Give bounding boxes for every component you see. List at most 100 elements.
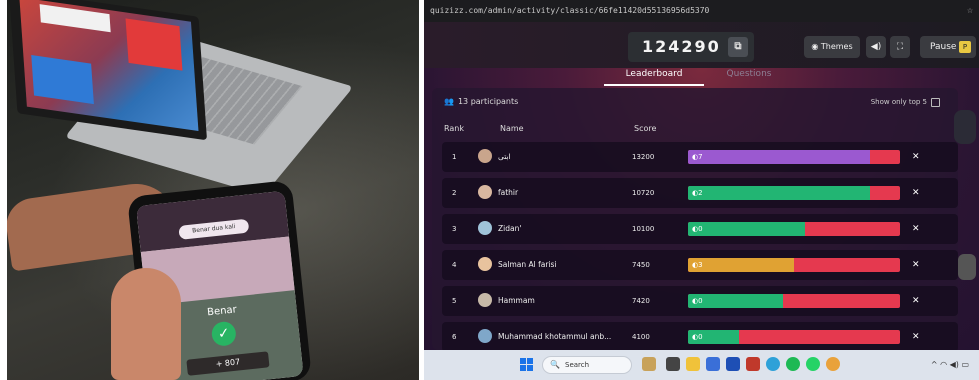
row-name: Zidan'	[498, 224, 522, 233]
streak-indicator: ◐0	[692, 294, 703, 308]
app-icon[interactable]	[726, 357, 740, 371]
laptop-screen	[19, 0, 199, 132]
game-code: 124290	[642, 37, 721, 56]
accuracy-bar: ◐0	[688, 222, 900, 236]
people-icon: 👥	[444, 97, 454, 106]
row-score: 13200	[632, 153, 655, 161]
avatar	[478, 149, 492, 163]
row-rank: 2	[452, 189, 457, 197]
row-score: 7450	[632, 261, 650, 269]
browser-url-bar[interactable]: quizizz.com/admin/activity/classic/66fe1…	[424, 0, 979, 22]
row-score: 10720	[632, 189, 655, 197]
task-view-icon[interactable]	[666, 357, 680, 371]
remove-participant-icon[interactable]: ✕	[912, 322, 920, 352]
participants-text: 13 participants	[457, 97, 519, 106]
accuracy-bar-fill	[688, 186, 871, 200]
row-rank: 3	[452, 225, 457, 233]
remove-participant-icon[interactable]: ✕	[912, 214, 920, 244]
row-rank: 5	[452, 297, 457, 305]
streak-count: 7	[698, 153, 703, 161]
row-name: Hammam	[498, 296, 535, 305]
search-icon: 🔍	[550, 360, 560, 369]
streak-indicator: ◐3	[692, 258, 703, 272]
leaderboard-row: 4 Salman Al farisi 7450 ◐3 ✕	[442, 250, 958, 280]
laptop-screen-tile	[31, 55, 94, 105]
accuracy-bar-fill	[688, 258, 794, 272]
chevron-up-icon[interactable]: ^	[931, 360, 938, 369]
accuracy-bar-fill	[688, 222, 805, 236]
windows-taskbar: 🔍 Search ^ ◠ ◀) ▭	[424, 350, 979, 380]
accuracy-bar: ◐2	[688, 186, 900, 200]
accuracy-bar: ◐0	[688, 294, 900, 308]
accuracy-bar-fill	[688, 150, 871, 164]
leaderboard-row: 6 Muhammad khotammul anb... 4100 ◐0 ✕	[442, 322, 958, 352]
row-name: Salman Al farisi	[498, 260, 557, 269]
show-top-checkbox[interactable]	[931, 97, 940, 107]
tab-questions[interactable]: Questions	[704, 66, 794, 86]
pause-button[interactable]: Pause P	[920, 36, 976, 58]
remove-participant-icon[interactable]: ✕	[912, 142, 920, 172]
bookmark-star-icon[interactable]: ☆	[967, 0, 973, 22]
app-icon[interactable]	[746, 357, 760, 371]
themes-button[interactable]: ◉ Themes	[804, 36, 860, 58]
copy-icon[interactable]: ⧉	[728, 37, 748, 57]
show-top-toggle[interactable]: Show only top 5	[871, 96, 940, 108]
remove-participant-icon[interactable]: ✕	[912, 178, 920, 208]
row-rank: 6	[452, 333, 457, 341]
student-thumb	[111, 268, 181, 380]
chrome-icon[interactable]	[826, 357, 840, 371]
app-icon[interactable]	[706, 357, 720, 371]
remove-participant-icon[interactable]: ✕	[912, 250, 920, 280]
row-name: Muhammad khotammul anb...	[498, 332, 612, 341]
taskbar-search-box[interactable]: 🔍 Search	[542, 356, 632, 374]
streak-count: 0	[698, 333, 703, 341]
remove-participant-icon[interactable]: ✕	[912, 286, 920, 316]
edge-browser-icon[interactable]	[766, 357, 780, 371]
name-header: Name	[500, 124, 524, 133]
avatar	[478, 185, 492, 199]
wifi-icon[interactable]: ◠	[940, 360, 947, 369]
battery-icon[interactable]: ▭	[961, 360, 969, 369]
row-name: fathir	[498, 188, 519, 197]
game-code-box: 124290 ⧉	[628, 32, 754, 62]
whatsapp-icon[interactable]	[806, 357, 820, 371]
score-header: Score	[634, 124, 657, 133]
spotify-icon[interactable]	[786, 357, 800, 371]
sound-icon[interactable]: ◀)	[866, 36, 886, 58]
accuracy-bar: ◐3	[688, 258, 900, 272]
pause-shortcut-key: P	[959, 41, 971, 53]
streak-indicator: ◐0	[692, 222, 703, 236]
streak-count: 2	[698, 189, 703, 197]
avatar	[478, 329, 492, 343]
accuracy-bar: ◐0	[688, 330, 900, 344]
view-tabs: Leaderboard Questions	[604, 66, 794, 86]
streak-indicator: ◐2	[692, 186, 703, 200]
themes-label: Themes	[820, 42, 853, 51]
mascot-decoration	[954, 110, 976, 144]
laptop-screen-tile	[39, 4, 111, 33]
row-rank: 4	[452, 261, 457, 269]
avatar	[478, 257, 492, 271]
leaderboard-panel: 👥 13 participants Show only top 5 Rank Na…	[432, 88, 958, 352]
fullscreen-icon[interactable]: ⛶	[890, 36, 910, 58]
rank-header: Rank	[444, 124, 464, 133]
file-explorer-icon[interactable]	[686, 357, 700, 371]
row-name: ابتى	[498, 152, 511, 161]
streak-indicator: ◐0	[692, 330, 703, 344]
system-tray[interactable]: ^ ◠ ◀) ▭	[931, 350, 969, 380]
row-rank: 1	[452, 153, 457, 161]
widgets-icon[interactable]	[642, 357, 656, 371]
show-top-label: Show only top 5	[870, 98, 927, 106]
url-text: quizizz.com/admin/activity/classic/66fe1…	[430, 6, 710, 15]
windows-start-icon[interactable]	[520, 358, 534, 372]
streak-count: 0	[698, 297, 703, 305]
participants-count: 👥 13 participants	[444, 96, 518, 108]
leaderboard-row: 5 Hammam 7420 ◐0 ✕	[442, 286, 958, 316]
volume-icon[interactable]: ◀)	[950, 360, 959, 369]
quiz-admin-screen: quizizz.com/admin/activity/classic/66fe1…	[424, 0, 979, 380]
mascot-decoration	[958, 254, 976, 280]
streak-indicator: ◐7	[692, 150, 703, 164]
leaderboard-row: 2 fathir 10720 ◐2 ✕	[442, 178, 958, 208]
leaderboard-row: 1 ابتى 13200 ◐7 ✕	[442, 142, 958, 172]
tab-leaderboard[interactable]: Leaderboard	[604, 66, 704, 86]
